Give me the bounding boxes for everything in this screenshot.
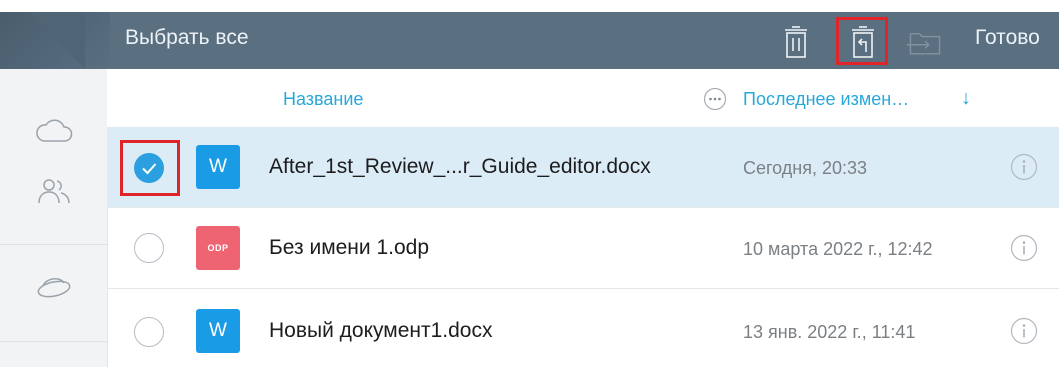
info-icon[interactable] bbox=[1010, 234, 1038, 262]
file-modified-date: 13 янв. 2022 г., 11:41 bbox=[743, 322, 916, 342]
file-row[interactable]: W Новый документ1.docx 13 янв. 2022 г., … bbox=[107, 289, 1059, 367]
file-name[interactable]: Новый документ1.docx bbox=[269, 319, 492, 343]
checkmark-icon bbox=[142, 163, 157, 175]
file-manager-window: Выбрать все Готово Название Последнее из… bbox=[0, 0, 1059, 367]
storage-disk-icon[interactable] bbox=[34, 272, 74, 304]
docx-file-icon: W bbox=[196, 309, 240, 353]
file-name[interactable]: After_1st_Review_...r_Guide_editor.docx bbox=[269, 155, 651, 179]
trash-icon[interactable] bbox=[776, 22, 816, 62]
odp-file-icon: ODP bbox=[196, 226, 240, 270]
toolbar-corner-decoration bbox=[0, 12, 110, 69]
selection-toolbar: Выбрать все Готово bbox=[0, 12, 1059, 69]
sort-descending-icon[interactable]: ↓ bbox=[961, 87, 971, 110]
sidebar bbox=[0, 69, 108, 367]
shared-users-icon[interactable] bbox=[36, 176, 72, 206]
file-modified-date: Сегодня, 20:33 bbox=[743, 158, 868, 178]
checkbox-unchecked[interactable] bbox=[134, 233, 164, 263]
column-header: Название Последнее измен… ↓ bbox=[107, 69, 1059, 128]
file-modified-date: 10 марта 2022 г., 12:42 bbox=[743, 239, 933, 259]
checkbox-checked[interactable] bbox=[134, 153, 164, 183]
info-icon[interactable] bbox=[1010, 317, 1038, 345]
file-row[interactable]: W After_1st_Review_...r_Guide_editor.doc… bbox=[107, 127, 1059, 208]
docx-file-icon: W bbox=[196, 145, 240, 189]
column-modified-header[interactable]: Последнее измен… bbox=[743, 89, 909, 110]
file-name[interactable]: Без имени 1.odp bbox=[269, 236, 429, 260]
select-all-button[interactable]: Выбрать все bbox=[125, 26, 249, 50]
more-options-icon[interactable] bbox=[703, 87, 727, 111]
restore-icon[interactable] bbox=[843, 22, 883, 62]
checkbox-unchecked[interactable] bbox=[134, 317, 164, 347]
done-button[interactable]: Готово bbox=[975, 26, 1040, 50]
file-row[interactable]: ODP Без имени 1.odp 10 марта 2022 г., 12… bbox=[107, 208, 1059, 289]
move-to-folder-icon[interactable] bbox=[905, 22, 945, 62]
info-icon[interactable] bbox=[1010, 153, 1038, 181]
column-name-header[interactable]: Название bbox=[283, 89, 363, 110]
sidebar-divider bbox=[0, 341, 107, 342]
cloud-icon[interactable] bbox=[34, 117, 74, 147]
sidebar-divider bbox=[0, 244, 107, 245]
